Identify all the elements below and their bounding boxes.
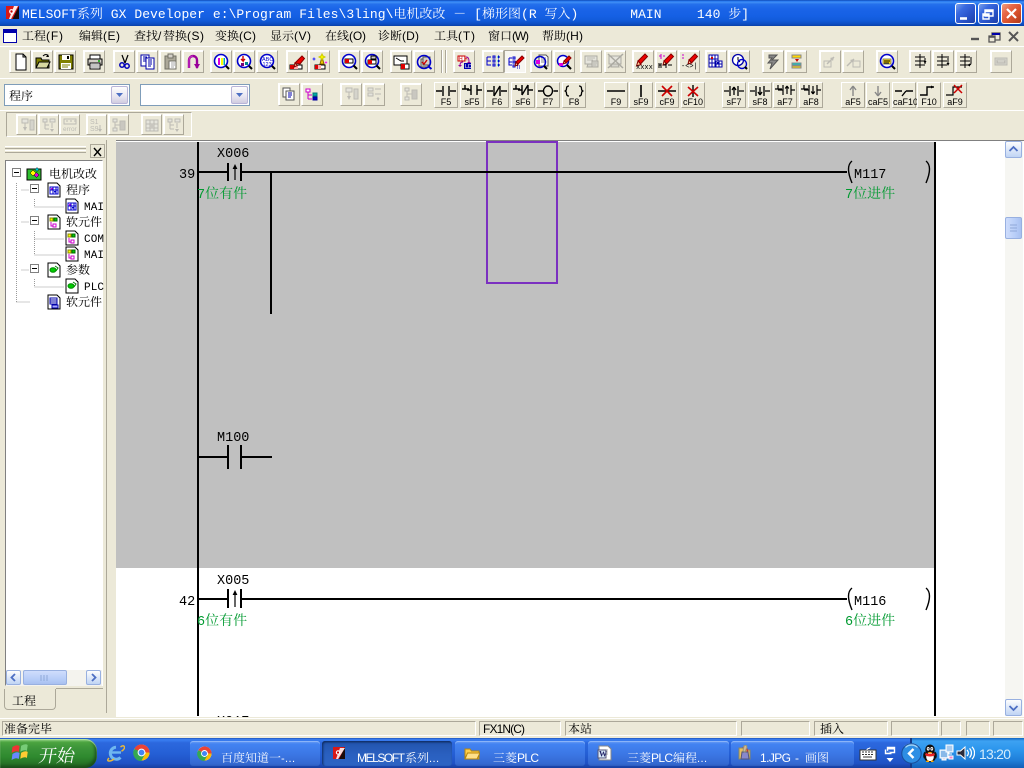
svg-text:): ) bbox=[571, 7, 579, 22]
svg-text:...: ... bbox=[429, 753, 439, 765]
svg-text:GX Developer e:\Program Files\: GX Developer e:\Program Files\3ling\ bbox=[111, 7, 394, 22]
svg-text:MELSOFT: MELSOFT bbox=[357, 751, 406, 765]
svg-text:M100: M100 bbox=[217, 431, 249, 446]
svg-text:7: 7 bbox=[845, 188, 853, 203]
svg-text:-<>|: -<>| bbox=[681, 63, 698, 71]
svg-text:1.JPG: 1.JPG bbox=[760, 751, 791, 765]
svg-text:(T): (T) bbox=[458, 29, 475, 43]
svg-text:FX1N(C): FX1N(C) bbox=[483, 722, 525, 736]
svg-text:(O): (O) bbox=[349, 29, 366, 43]
svg-text:[: [ bbox=[474, 7, 482, 22]
svg-text:-: - bbox=[795, 751, 799, 765]
svg-text:7: 7 bbox=[197, 188, 205, 203]
svg-text:39: 39 bbox=[179, 168, 195, 183]
svg-text:(R: (R bbox=[521, 7, 537, 22]
svg-text:X005: X005 bbox=[217, 574, 249, 589]
svg-text:X006: X006 bbox=[217, 147, 249, 162]
svg-text:(S): (S) bbox=[187, 29, 204, 43]
svg-text:LD: LD bbox=[465, 64, 472, 70]
svg-text:(V): (V) bbox=[294, 29, 311, 43]
svg-text:6: 6 bbox=[845, 615, 853, 630]
svg-text:PLC: PLC bbox=[651, 751, 673, 765]
svg-text:]: ] bbox=[741, 7, 749, 22]
svg-text:X017: X017 bbox=[217, 715, 249, 717]
svg-text:(H): (H) bbox=[566, 29, 583, 43]
svg-text:...: ... bbox=[697, 753, 707, 765]
svg-text:(C): (C) bbox=[239, 29, 256, 43]
svg-text:PLC: PLC bbox=[517, 751, 539, 765]
svg-text:/: / bbox=[158, 29, 162, 43]
svg-text:xxxx: xxxx bbox=[636, 64, 653, 71]
svg-text:M116: M116 bbox=[854, 595, 886, 610]
svg-text:6: 6 bbox=[197, 615, 205, 630]
svg-text:(D): (D) bbox=[402, 29, 419, 43]
svg-text:M117: M117 bbox=[854, 168, 886, 183]
svg-text:13:20: 13:20 bbox=[979, 746, 1011, 762]
svg-text:-...: -... bbox=[281, 753, 295, 765]
svg-text:W: W bbox=[599, 750, 607, 759]
svg-text:(W): (W) bbox=[512, 29, 529, 43]
svg-text:42: 42 bbox=[179, 595, 195, 610]
svg-text:MAIN: MAIN bbox=[630, 7, 661, 22]
svg-text:123: 123 bbox=[263, 62, 272, 68]
svg-text:140: 140 bbox=[697, 7, 721, 22]
